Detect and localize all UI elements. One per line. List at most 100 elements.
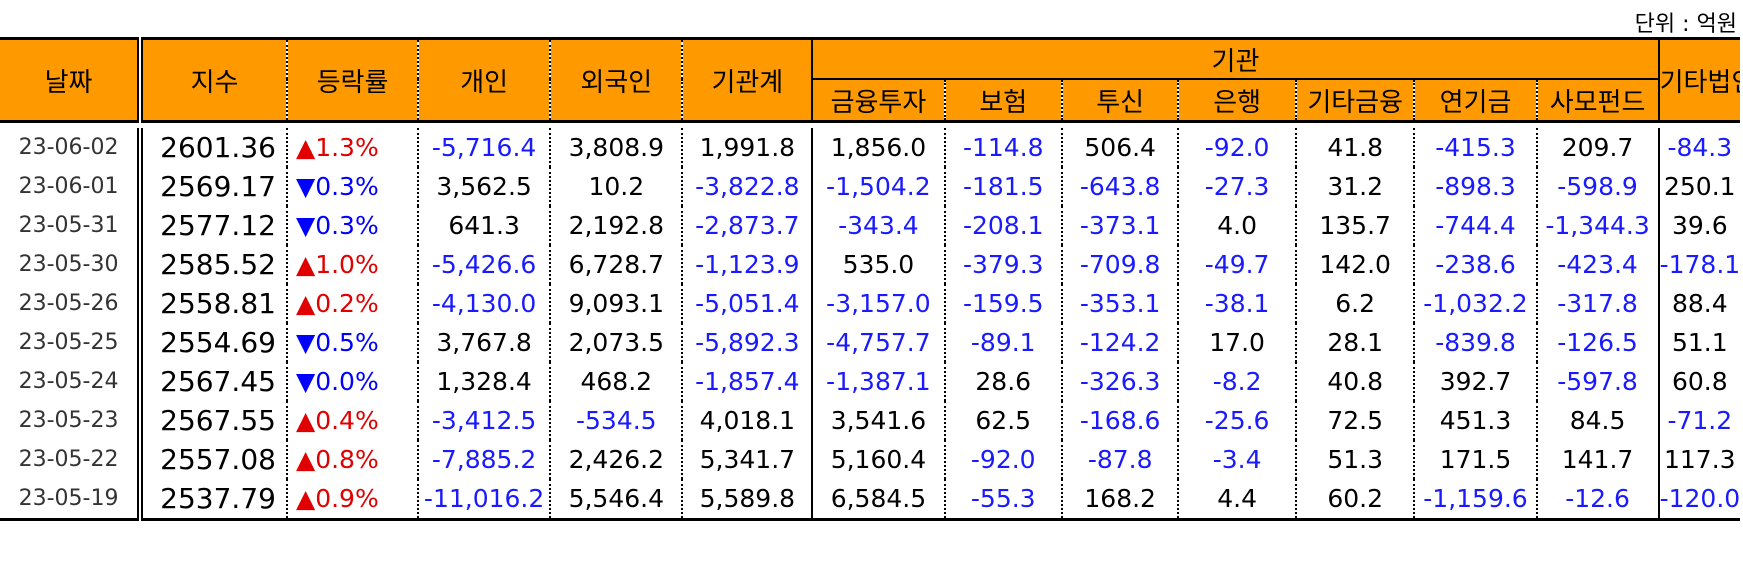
cell-bank: 4.0 (1177, 206, 1296, 245)
arrow-down-icon: ▼ (295, 367, 316, 396)
cell-other-finance: 135.7 (1294, 206, 1415, 245)
cell-change: ▲1.3% (285, 128, 419, 167)
table-row: 23-05-22 2557.08 ▲0.8% -7,885.2 2,426.2 5,341… (0, 440, 1740, 479)
table-row: 23-05-30 2585.52 ▲1.0% -5,426.6 6,728.7 -1,12… (0, 245, 1740, 284)
cell-individual: 1,328.4 (417, 362, 551, 401)
cell-other-finance: 31.2 (1294, 167, 1415, 206)
change-value: 1.3% (315, 133, 379, 162)
cell-other-corp: 60.8 (1657, 362, 1740, 401)
cell-trust: -643.8 (1060, 167, 1179, 206)
header-bank: 은행 (1177, 79, 1296, 123)
cell-index: 2557.08 (137, 440, 287, 479)
table-row: 23-06-02 2601.36 ▲1.3% -5,716.4 3,808.9 1,991… (0, 128, 1740, 167)
cell-other-corp: -178.1 (1657, 245, 1740, 284)
cell-private-fund: 84.5 (1535, 401, 1659, 440)
cell-pension: -238.6 (1413, 245, 1537, 284)
cell-change: ▼0.0% (285, 362, 419, 401)
change-value: 1.0% (315, 250, 379, 279)
cell-inst-total: -1,123.9 (681, 245, 813, 284)
cell-date: 23-05-19 (18, 486, 119, 511)
header-private-fund: 사모펀드 (1535, 79, 1659, 123)
cell-individual: -5,426.6 (417, 245, 551, 284)
arrow-up-icon: ▲ (295, 250, 316, 279)
arrow-up-icon: ▲ (295, 133, 316, 162)
cell-inst-total: 1,991.8 (681, 128, 813, 167)
cell-inst-total: -2,873.7 (681, 206, 813, 245)
cell-change: ▲1.0% (285, 245, 419, 284)
cell-bank: -8.2 (1177, 362, 1296, 401)
cell-pension: 451.3 (1413, 401, 1537, 440)
cell-trust: -124.2 (1060, 323, 1179, 362)
cell-financial-invest: -343.4 (811, 206, 945, 245)
cell-individual: 641.3 (417, 206, 551, 245)
cell-index: 2537.79 (137, 479, 287, 520)
table-row: 23-06-01 2569.17 ▼0.3% 3,562.5 10.2 -3,822.8-… (0, 167, 1740, 206)
cell-bank: -27.3 (1177, 167, 1296, 206)
cell-insurance: -159.5 (943, 284, 1062, 323)
cell-index: 2558.81 (137, 284, 287, 323)
cell-private-fund: -1,344.3 (1535, 206, 1659, 245)
change-value: 0.4% (315, 406, 379, 435)
cell-pension: -415.3 (1413, 128, 1537, 167)
cell-index: 2554.69 (137, 323, 287, 362)
table-row: 23-05-24 2567.45 ▼0.0% 1,328.4 468.2 -1,857.4… (0, 362, 1740, 401)
cell-pension: -839.8 (1413, 323, 1537, 362)
cell-trust: 506.4 (1060, 128, 1179, 167)
cell-insurance: -181.5 (943, 167, 1062, 206)
cell-financial-invest: -1,387.1 (811, 362, 945, 401)
cell-change: ▼0.3% (285, 206, 419, 245)
cell-index: 2569.17 (137, 167, 287, 206)
header-inst-total: 기관계 (681, 38, 813, 123)
cell-other-corp: 117.3 (1657, 440, 1740, 479)
change-value: 0.5% (315, 328, 379, 357)
cell-date: 23-05-26 (18, 291, 119, 316)
header-trust: 투신 (1060, 79, 1179, 123)
cell-private-fund: -597.8 (1535, 362, 1659, 401)
cell-foreign: 2,073.5 (549, 323, 683, 362)
cell-foreign: 9,093.1 (549, 284, 683, 323)
cell-other-finance: 28.1 (1294, 323, 1415, 362)
cell-date: 23-05-31 (18, 213, 119, 238)
cell-individual: -11,016.2 (417, 479, 551, 520)
cell-date: 23-05-22 (18, 447, 119, 472)
cell-index: 2567.55 (137, 401, 287, 440)
cell-date: 23-05-23 (18, 408, 119, 433)
cell-other-corp: 250.1 (1657, 167, 1740, 206)
cell-bank: 4.4 (1177, 479, 1296, 520)
cell-pension: -744.4 (1413, 206, 1537, 245)
cell-individual: 3,562.5 (417, 167, 551, 206)
cell-foreign: 10.2 (549, 167, 683, 206)
cell-individual: -3,412.5 (417, 401, 551, 440)
header-insurance: 보험 (943, 79, 1062, 123)
cell-private-fund: -598.9 (1535, 167, 1659, 206)
cell-trust: -373.1 (1060, 206, 1179, 245)
cell-other-finance: 41.8 (1294, 128, 1415, 167)
cell-inst-total: 4,018.1 (681, 401, 813, 440)
cell-inst-total: 5,341.7 (681, 440, 813, 479)
table-row: 23-05-19 2537.79 ▲0.9% -11,016.2 5,546.4 5,58… (0, 479, 1740, 520)
cell-inst-total: -3,822.8 (681, 167, 813, 206)
cell-financial-invest: 3,541.6 (811, 401, 945, 440)
arrow-down-icon: ▼ (295, 328, 316, 357)
cell-insurance: 28.6 (943, 362, 1062, 401)
cell-trust: -168.6 (1060, 401, 1179, 440)
cell-financial-invest: 5,160.4 (811, 440, 945, 479)
cell-index: 2567.45 (137, 362, 287, 401)
cell-private-fund: -12.6 (1535, 479, 1659, 520)
cell-index: 2585.52 (137, 245, 287, 284)
cell-index: 2601.36 (137, 128, 287, 167)
cell-individual: 3,767.8 (417, 323, 551, 362)
cell-individual: -5,716.4 (417, 128, 551, 167)
table-header: 날짜 지수 등락률 개인 외국인 기관계 기관 기타법인 금융투자 보험 투신 … (0, 38, 1740, 123)
cell-date: 23-06-02 (18, 135, 119, 160)
cell-other-finance: 60.2 (1294, 479, 1415, 520)
cell-other-corp: -71.2 (1657, 401, 1740, 440)
table-row: 23-05-23 2567.55 ▲0.4% -3,412.5 -534.5 4,018.… (0, 401, 1740, 440)
cell-bank: -49.7 (1177, 245, 1296, 284)
cell-date: 23-05-30 (18, 252, 119, 277)
cell-date: 23-06-01 (18, 174, 119, 199)
cell-change: ▼0.5% (285, 323, 419, 362)
change-value: 0.0% (315, 367, 379, 396)
header-institution-group: 기관 (811, 38, 1659, 80)
cell-date: 23-05-25 (18, 330, 119, 355)
